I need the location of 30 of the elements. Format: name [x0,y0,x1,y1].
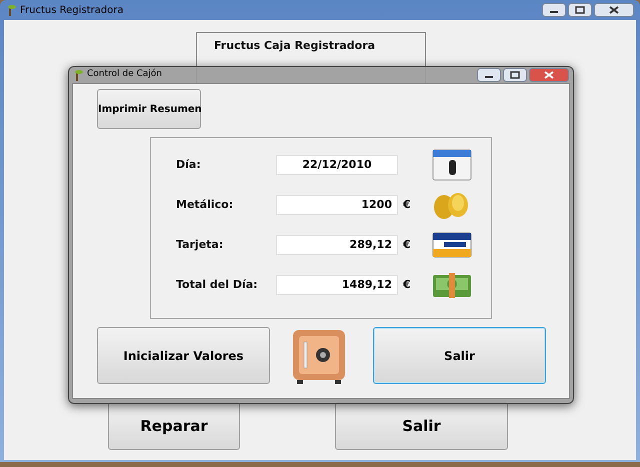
currency-symbol: € [403,236,411,253]
amount-field[interactable]: 289,12 [276,235,398,255]
currency-symbol: € [403,276,411,293]
app-heading: Fructus Caja Registradora [214,38,376,54]
print-summary-button[interactable]: Imprimir Resumen [97,89,201,129]
amount-field[interactable]: 1200 [276,195,398,215]
field-label: Total del Día: [176,276,259,293]
amount-field[interactable]: 1489,12 [276,275,398,295]
main-button[interactable]: Salir [335,402,508,450]
app-icon [6,4,16,16]
dialog-button[interactable]: Inicializar Valores [97,327,270,384]
field-label: Día: [176,156,202,173]
safe-icon [291,328,347,386]
credit-card-icon [432,232,472,258]
date-field[interactable]: 22/12/2010 [276,155,398,175]
field-label: Metálico: [176,196,234,213]
window-title: Fructus Registradora [20,4,124,18]
minimize-icon[interactable] [477,68,501,82]
main-button[interactable]: Reparar [108,402,240,450]
minimize-icon[interactable] [542,3,566,17]
app-icon [73,69,83,81]
dialog-title: Control de Cajón [87,68,162,82]
banknotes-icon [432,271,472,299]
dialog-button[interactable]: Salir [373,327,546,384]
currency-symbol: € [403,196,411,213]
field-label: Tarjeta: [176,236,224,253]
maximize-icon[interactable] [503,68,527,82]
calendar-icon [432,149,472,181]
close-icon[interactable] [594,3,634,17]
maximize-icon[interactable] [568,3,592,17]
